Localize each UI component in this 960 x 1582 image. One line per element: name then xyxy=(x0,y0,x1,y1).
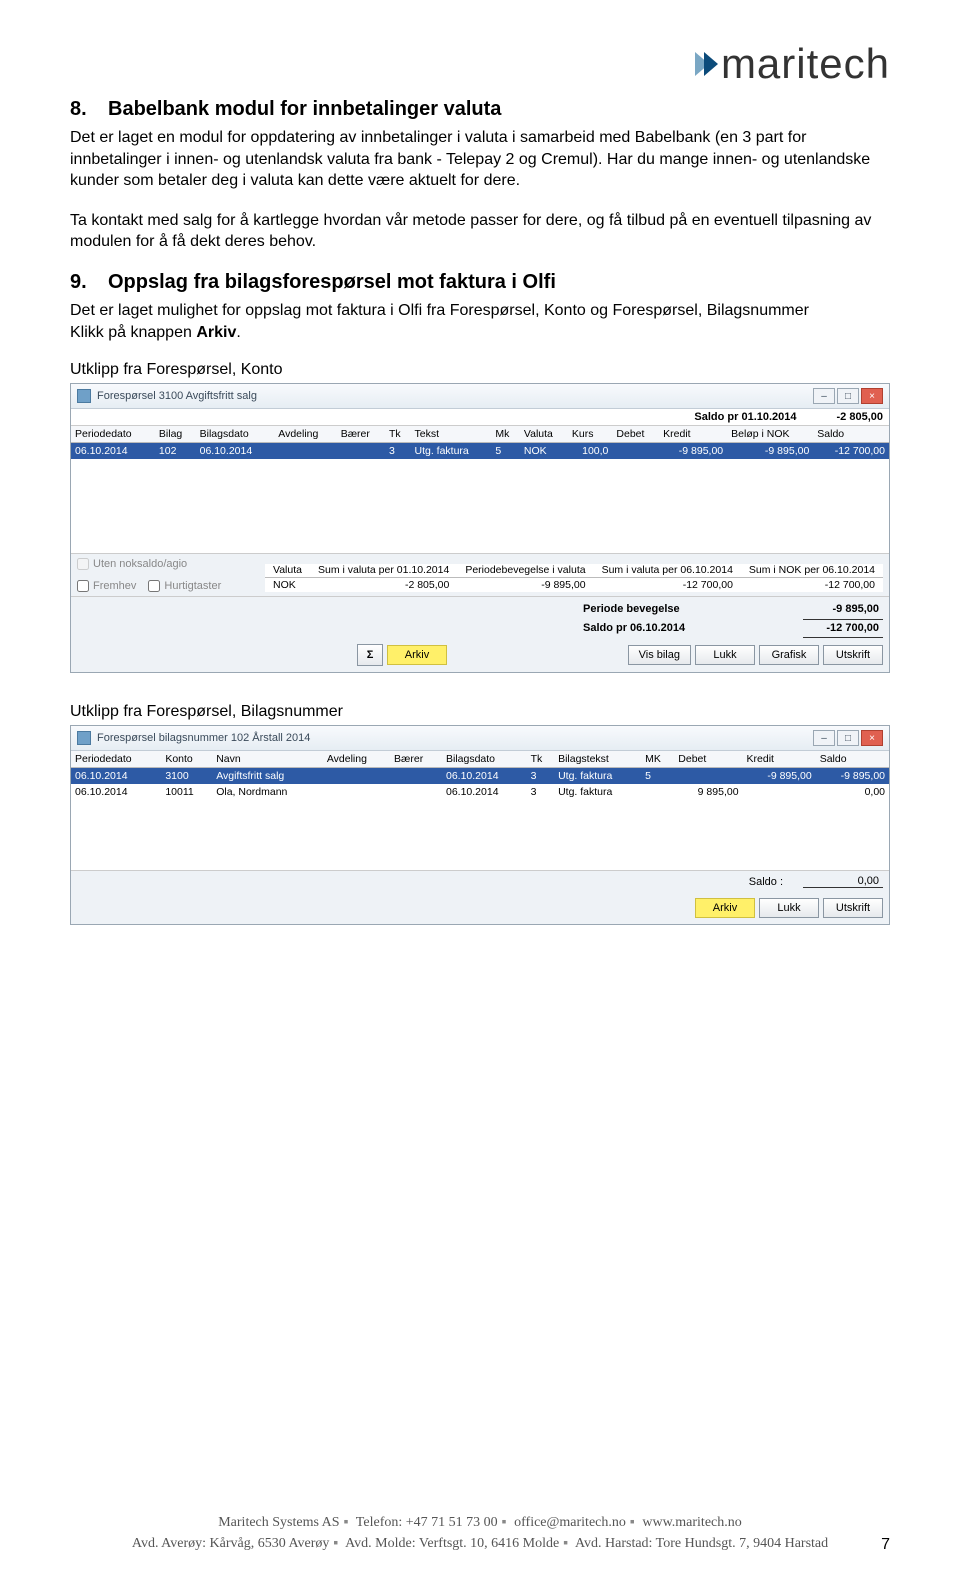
window-titlebar: Forespørsel bilagsnummer 102 Årstall 201… xyxy=(71,726,889,751)
caption-2: Utklipp fra Forespørsel, Bilagsnummer xyxy=(70,703,890,721)
minimize-button[interactable]: – xyxy=(813,388,835,404)
checkbox-hurtigtaster[interactable]: Hurtigtaster xyxy=(148,580,221,592)
saldo-value: 0,00 xyxy=(803,875,883,888)
logo-text: maritech xyxy=(721,40,890,88)
app-icon xyxy=(77,731,91,745)
section-8-para-2: Ta kontakt med salg for å kartlegge hvor… xyxy=(70,210,890,253)
section-9-para: Det er laget mulighet for oppslag mot fa… xyxy=(70,300,890,343)
saldo-pr-label: Saldo pr 06.10.2014 xyxy=(583,620,685,639)
page-footer: Maritech Systems AS▪ Telefon: +47 71 51 … xyxy=(0,1512,960,1554)
periode-bevegelse-value: -9 895,00 xyxy=(803,601,883,620)
app-icon xyxy=(77,389,91,403)
arkiv-button[interactable]: Arkiv xyxy=(695,898,755,918)
close-button[interactable]: × xyxy=(861,730,883,746)
page-number: 7 xyxy=(881,1536,890,1554)
table-row[interactable]: 06.10.2014 102 06.10.2014 3 Utg. faktura… xyxy=(71,443,889,460)
periode-bevegelse-label: Periode bevegelse xyxy=(583,601,680,620)
summary-table: Valuta Sum i valuta per 01.10.2014 Perio… xyxy=(265,564,883,593)
section-8-para-1: Det er laget en modul for oppdatering av… xyxy=(70,127,890,192)
maritech-logo: maritech xyxy=(695,40,890,88)
grafisk-button[interactable]: Grafisk xyxy=(759,645,819,665)
close-button[interactable]: × xyxy=(861,388,883,404)
caption-1: Utklipp fra Forespørsel, Konto xyxy=(70,361,890,379)
maximize-button[interactable]: □ xyxy=(837,388,859,404)
saldo-pr-value: -12 700,00 xyxy=(803,620,883,639)
sigma-button[interactable]: Σ xyxy=(357,644,383,666)
checkbox-uten-noksaldo[interactable]: Uten noksaldo/agio xyxy=(77,558,221,570)
window-title: Forespørsel bilagsnummer 102 Årstall 201… xyxy=(97,732,310,744)
arkiv-button[interactable]: Arkiv xyxy=(387,645,447,665)
window-forespoersel-konto: Forespørsel 3100 Avgiftsfritt salg – □ ×… xyxy=(70,383,890,673)
logo-arrow-icon xyxy=(704,52,718,76)
section-9-heading: 9.Oppslag fra bilagsforespørsel mot fakt… xyxy=(70,271,890,294)
utskrift-button[interactable]: Utskrift xyxy=(823,898,883,918)
checkbox-fremhev[interactable]: Fremhev xyxy=(77,580,136,592)
saldo-value: -2 805,00 xyxy=(837,411,883,423)
transactions-table: Periodedato Bilag Bilagsdato Avdeling Bæ… xyxy=(71,426,889,459)
transactions-table: Periodedato Konto Navn Avdeling Bærer Bi… xyxy=(71,751,889,800)
section-8-heading: 8.Babelbank modul for innbetalinger valu… xyxy=(70,98,890,121)
minimize-button[interactable]: – xyxy=(813,730,835,746)
utskrift-button[interactable]: Utskrift xyxy=(823,645,883,665)
table-row[interactable]: 06.10.201410011Ola, Nordmann 06.10.2014 … xyxy=(71,784,889,800)
maximize-button[interactable]: □ xyxy=(837,730,859,746)
lukk-button[interactable]: Lukk xyxy=(759,898,819,918)
window-title: Forespørsel 3100 Avgiftsfritt salg xyxy=(97,390,257,402)
window-titlebar: Forespørsel 3100 Avgiftsfritt salg – □ × xyxy=(71,384,889,409)
saldo-label: Saldo : xyxy=(749,876,783,888)
logo-row: maritech xyxy=(70,40,890,88)
table-row[interactable]: 06.10.20143100Avgiftsfritt salg 06.10.20… xyxy=(71,768,889,785)
lukk-button[interactable]: Lukk xyxy=(695,645,755,665)
window-forespoersel-bilagsnummer: Forespørsel bilagsnummer 102 Årstall 201… xyxy=(70,725,890,925)
vis-bilag-button[interactable]: Vis bilag xyxy=(628,645,691,665)
saldo-label: Saldo pr 01.10.2014 xyxy=(694,411,796,423)
